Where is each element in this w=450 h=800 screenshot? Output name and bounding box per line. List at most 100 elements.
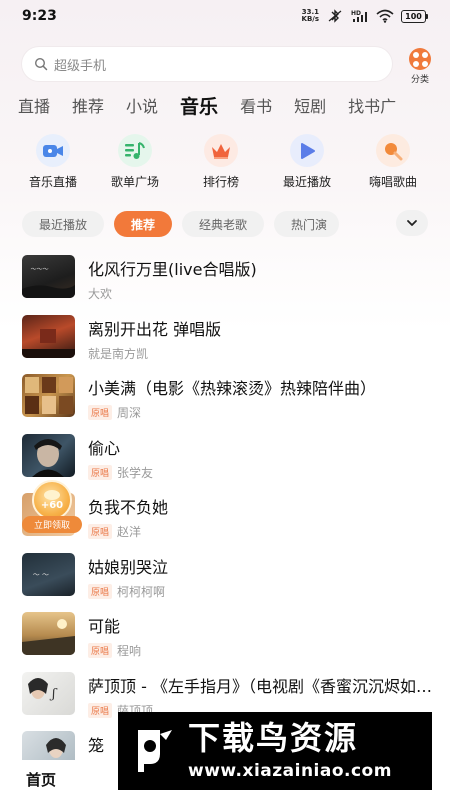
tab-music[interactable]: 音乐 <box>180 92 218 119</box>
original-singer-badge: 原唱 <box>88 643 113 658</box>
song-title: 负我不负她 <box>88 498 169 517</box>
song-meta: 大欢 <box>88 285 433 302</box>
tab-find-book[interactable]: 找书广 <box>348 93 396 117</box>
bird-logo-icon <box>138 730 172 772</box>
tab-novel[interactable]: 小说 <box>126 93 158 117</box>
song-title: 离别开出花 弹唱版 <box>88 319 222 339</box>
search-input[interactable]: 超级手机 <box>22 47 392 81</box>
status-icons: 33.1 KB/s HD 100 <box>302 9 428 23</box>
svg-text:HD: HD <box>351 10 361 17</box>
song-row[interactable]: 离别开出花 弹唱版 就是南方凯 <box>0 308 450 368</box>
song-info: 离别开出花 弹唱版 就是南方凯 <box>88 316 433 362</box>
play-icon <box>290 134 324 167</box>
song-meta: 原唱 周深 <box>88 404 433 421</box>
search-row: 超级手机 分类 <box>22 46 442 85</box>
original-singer-badge: 原唱 <box>88 464 113 480</box>
video-camera-icon <box>36 134 70 167</box>
svg-text:〜 〜: 〜 〜 <box>32 571 49 579</box>
nav-home[interactable]: 首页 <box>26 769 56 790</box>
song-row[interactable]: 〜〜〜 化风行万里(live合唱版) 大欢 <box>0 248 450 308</box>
song-info: 负我不负她 原唱 赵洋 <box>88 494 433 540</box>
shortcut-charts[interactable]: 排行榜 <box>178 134 264 190</box>
song-title: 萨顶顶 - 《左手指月》（电视剧《香蜜沉沉烬如霜》片尾曲） <box>88 676 433 696</box>
coin-amount: +60 <box>40 499 64 511</box>
song-meta: 原唱 程响 <box>88 642 433 659</box>
tab-recommend[interactable]: 推荐 <box>72 93 104 117</box>
svg-text:ʃ: ʃ <box>49 687 58 702</box>
chevron-down-icon <box>407 220 417 226</box>
chip-hot-performance[interactable]: 热门演 <box>274 211 340 237</box>
hd-signal-icon: HD <box>351 10 367 22</box>
chip-classic-oldies[interactable]: 经典老歌 <box>182 211 265 237</box>
song-title: 可能 <box>88 617 121 636</box>
song-row[interactable]: 〜 〜 姑娘别哭泣 原唱 柯柯柯啊 <box>0 546 450 606</box>
song-meta: 原唱 张学友 <box>88 464 433 481</box>
channel-tabs: 直播 推荐 小说 音乐 看书 短剧 找书广 <box>18 88 450 122</box>
song-artist: 大欢 <box>88 287 113 301</box>
song-row[interactable]: 偷心 原唱 张学友 <box>0 427 450 487</box>
song-row[interactable]: 可能 原唱 程响 <box>0 605 450 665</box>
search-placeholder: 超级手机 <box>54 58 107 74</box>
song-cover <box>22 314 75 358</box>
shortcut-label: 最近播放 <box>282 175 331 189</box>
song-cover: ʃ <box>22 671 75 715</box>
shortcut-label: 音乐直播 <box>28 175 77 189</box>
song-cover: 〜〜〜 <box>22 255 75 298</box>
category-label: 分类 <box>410 75 429 85</box>
song-info: 化风行万里(live合唱版) 大欢 <box>88 256 433 302</box>
song-meta: 原唱 柯柯柯啊 <box>88 583 433 600</box>
battery-icon: 100 <box>401 9 428 23</box>
watermark-title: 下载鸟资源 <box>188 719 359 757</box>
search-icon <box>34 57 48 71</box>
watermark-banner: 下载鸟资源 www.xiazainiao.com <box>118 712 432 790</box>
shortcut-karaoke-songs[interactable]: 嗨唱歌曲 <box>350 134 436 190</box>
song-meta: 原唱 赵洋 <box>88 523 433 540</box>
microphone-icon <box>376 134 410 167</box>
network-speed-unit: KB/s <box>301 15 319 23</box>
network-speed: 33.1 KB/s <box>302 9 319 23</box>
shortcut-label: 嗨唱歌曲 <box>368 175 417 189</box>
wifi-icon <box>376 9 394 23</box>
song-cover <box>22 374 75 417</box>
category-grid-icon <box>409 48 431 70</box>
music-shortcuts: 音乐直播 歌单广场 排行榜 最近播放 嗨唱歌曲 <box>14 134 442 190</box>
original-singer-badge: 原唱 <box>88 405 113 420</box>
song-info: 可能 原唱 程响 <box>88 613 433 659</box>
chips-expand-button[interactable] <box>396 210 428 236</box>
original-singer-badge: 原唱 <box>88 583 113 599</box>
tab-live[interactable]: 直播 <box>18 93 50 117</box>
song-title: 小美满（电影《热辣滚烫》热辣陪伴曲） <box>88 379 377 398</box>
shortcut-recent-play[interactable]: 最近播放 <box>264 134 350 190</box>
gold-coin-icon: +60 <box>32 480 72 520</box>
coin-reward-widget[interactable]: +60 立即领取 <box>22 480 88 534</box>
song-info: 姑娘别哭泣 原唱 柯柯柯啊 <box>88 554 433 600</box>
song-artist: 柯柯柯啊 <box>117 584 166 599</box>
battery-level: 100 <box>401 9 426 23</box>
song-row[interactable]: 小美满（电影《热辣滚烫》热辣陪伴曲） 原唱 周深 <box>0 367 450 427</box>
claim-now-button[interactable]: 立即领取 <box>22 516 82 533</box>
song-artist: 赵洋 <box>117 525 142 539</box>
category-button[interactable]: 分类 <box>402 48 438 85</box>
status-time: 9:23 <box>22 8 57 24</box>
crown-icon <box>204 134 238 167</box>
tab-read[interactable]: 看书 <box>240 93 272 117</box>
status-bar: 9:23 33.1 KB/s HD 100 <box>0 0 450 32</box>
song-cover <box>22 612 75 655</box>
filter-chips: 最近播放 推荐 经典老歌 热门演 <box>22 210 450 238</box>
chip-recommend[interactable]: 推荐 <box>114 211 173 237</box>
song-meta: 就是南方凯 <box>88 345 433 362</box>
song-info: 小美满（电影《热辣滚烫》热辣陪伴曲） 原唱 周深 <box>88 375 433 421</box>
song-title: 化风行万里(live合唱版) <box>88 260 257 279</box>
song-title: 偷心 <box>88 438 121 458</box>
song-artist: 程响 <box>117 644 142 658</box>
bluetooth-icon <box>328 9 342 23</box>
song-title: 姑娘别哭泣 <box>88 557 169 577</box>
song-artist: 周深 <box>117 406 142 420</box>
shortcut-music-live[interactable]: 音乐直播 <box>14 134 92 190</box>
song-artist: 就是南方凯 <box>88 346 149 361</box>
shortcut-playlist-square[interactable]: 歌单广场 <box>92 134 178 190</box>
original-singer-badge: 原唱 <box>88 702 113 718</box>
tab-short-drama[interactable]: 短剧 <box>294 93 326 117</box>
song-artist: 张学友 <box>117 465 154 480</box>
chip-recent-play[interactable]: 最近播放 <box>22 211 105 237</box>
